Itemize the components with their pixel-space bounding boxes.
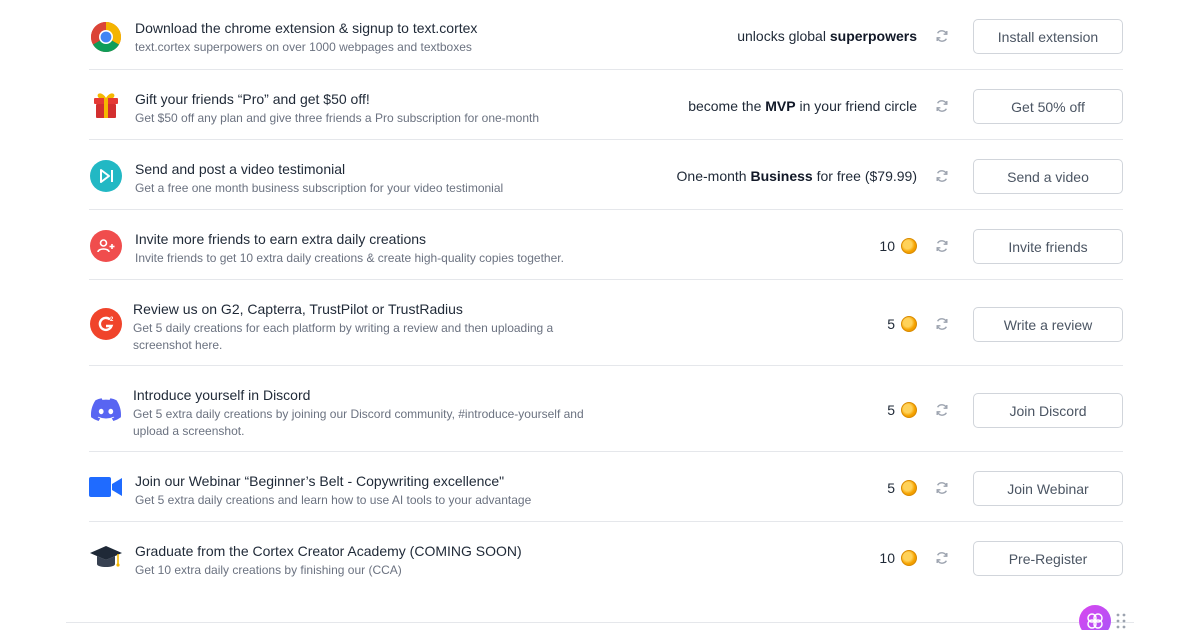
task-title: Download the chrome extension & signup t…	[135, 20, 478, 36]
task-title: Send and post a video testimonial	[135, 161, 346, 177]
coin-icon	[901, 402, 917, 418]
refresh-icon[interactable]	[935, 403, 949, 417]
refresh-icon[interactable]	[935, 481, 949, 495]
refresh-icon[interactable]	[935, 169, 949, 183]
task-row-video-testimonial: Send and post a video testimonial Get a …	[89, 140, 1123, 210]
coin-icon	[901, 550, 917, 566]
task-reward: One-month Business for free ($79.99)	[676, 168, 917, 184]
task-reward: 5	[887, 480, 917, 496]
task-reward: 5	[887, 316, 917, 332]
task-row-invite-friends: Invite more friends to earn extra daily …	[89, 210, 1123, 280]
refresh-icon[interactable]	[935, 99, 949, 113]
task-subtitle: Get 5 extra daily creations and learn ho…	[135, 493, 532, 507]
drag-handle-icon[interactable]	[1116, 613, 1126, 630]
task-title: Join our Webinar “Beginner’s Belt - Copy…	[135, 473, 505, 489]
zoom-camera-icon	[89, 470, 123, 504]
gift-icon	[89, 88, 123, 122]
g2-icon: 2	[89, 307, 123, 341]
task-subtitle: Get 5 daily creations for each platform …	[133, 321, 554, 352]
video-play-icon	[89, 159, 123, 193]
task-title: Invite more friends to earn extra daily …	[135, 231, 427, 247]
graduation-cap-icon	[89, 541, 123, 575]
get-discount-button[interactable]: Get 50% off	[973, 89, 1123, 124]
refresh-icon[interactable]	[935, 317, 949, 331]
refresh-icon[interactable]	[935, 551, 949, 565]
task-title: Gift your friends “Pro” and get $50 off!	[135, 91, 370, 107]
task-subtitle: text.cortex superpowers on over 1000 web…	[135, 40, 472, 54]
task-row-chrome-extension: Download the chrome extension & signup t…	[89, 0, 1123, 70]
refresh-icon[interactable]	[935, 239, 949, 253]
join-webinar-button[interactable]: Join Webinar	[973, 471, 1123, 506]
task-title: Introduce yourself in Discord	[133, 387, 311, 403]
coin-icon	[901, 480, 917, 496]
task-row-academy: Graduate from the Cortex Creator Academy…	[89, 522, 1123, 592]
refresh-icon[interactable]	[935, 29, 949, 43]
discord-icon	[89, 393, 123, 427]
task-reward: 5	[887, 402, 917, 418]
install-extension-button[interactable]: Install extension	[973, 19, 1123, 54]
chrome-icon	[89, 20, 123, 54]
send-video-button[interactable]: Send a video	[973, 159, 1123, 194]
task-reward: become the MVP in your friend circle	[688, 98, 917, 114]
task-title: Graduate from the Cortex Creator Academy…	[135, 543, 522, 559]
coin-icon	[901, 316, 917, 332]
task-row-review-g2: 2 Review us on G2, Capterra, TrustPilot …	[89, 280, 1123, 366]
task-reward: unlocks global superpowers	[737, 28, 917, 44]
task-subtitle: Get a free one month business subscripti…	[135, 181, 504, 195]
task-list: Download the chrome extension & signup t…	[89, 0, 1123, 592]
divider	[66, 622, 1134, 623]
add-user-icon	[89, 229, 123, 263]
invite-friends-button[interactable]: Invite friends	[973, 229, 1123, 264]
coin-icon	[901, 238, 917, 254]
pre-register-button[interactable]: Pre-Register	[973, 541, 1123, 576]
task-row-webinar: Join our Webinar “Beginner’s Belt - Copy…	[89, 452, 1123, 522]
task-subtitle: Get 5 extra daily creations by joining o…	[133, 407, 584, 438]
write-review-button[interactable]: Write a review	[973, 307, 1123, 342]
task-reward: 10	[879, 238, 917, 254]
task-subtitle: Get $50 off any plan and give three frie…	[135, 111, 540, 125]
task-row-gift-pro: Gift your friends “Pro” and get $50 off!…	[89, 70, 1123, 140]
join-discord-button[interactable]: Join Discord	[973, 393, 1123, 428]
task-row-discord: Introduce yourself in Discord Get 5 extr…	[89, 366, 1123, 452]
task-subtitle: Get 10 extra daily creations by finishin…	[135, 563, 402, 577]
task-reward: 10	[879, 550, 917, 566]
brain-icon	[1087, 613, 1103, 629]
assistant-launcher-button[interactable]	[1079, 605, 1111, 630]
task-title: Review us on G2, Capterra, TrustPilot or…	[133, 301, 463, 317]
task-subtitle: Invite friends to get 10 extra daily cre…	[135, 251, 564, 265]
